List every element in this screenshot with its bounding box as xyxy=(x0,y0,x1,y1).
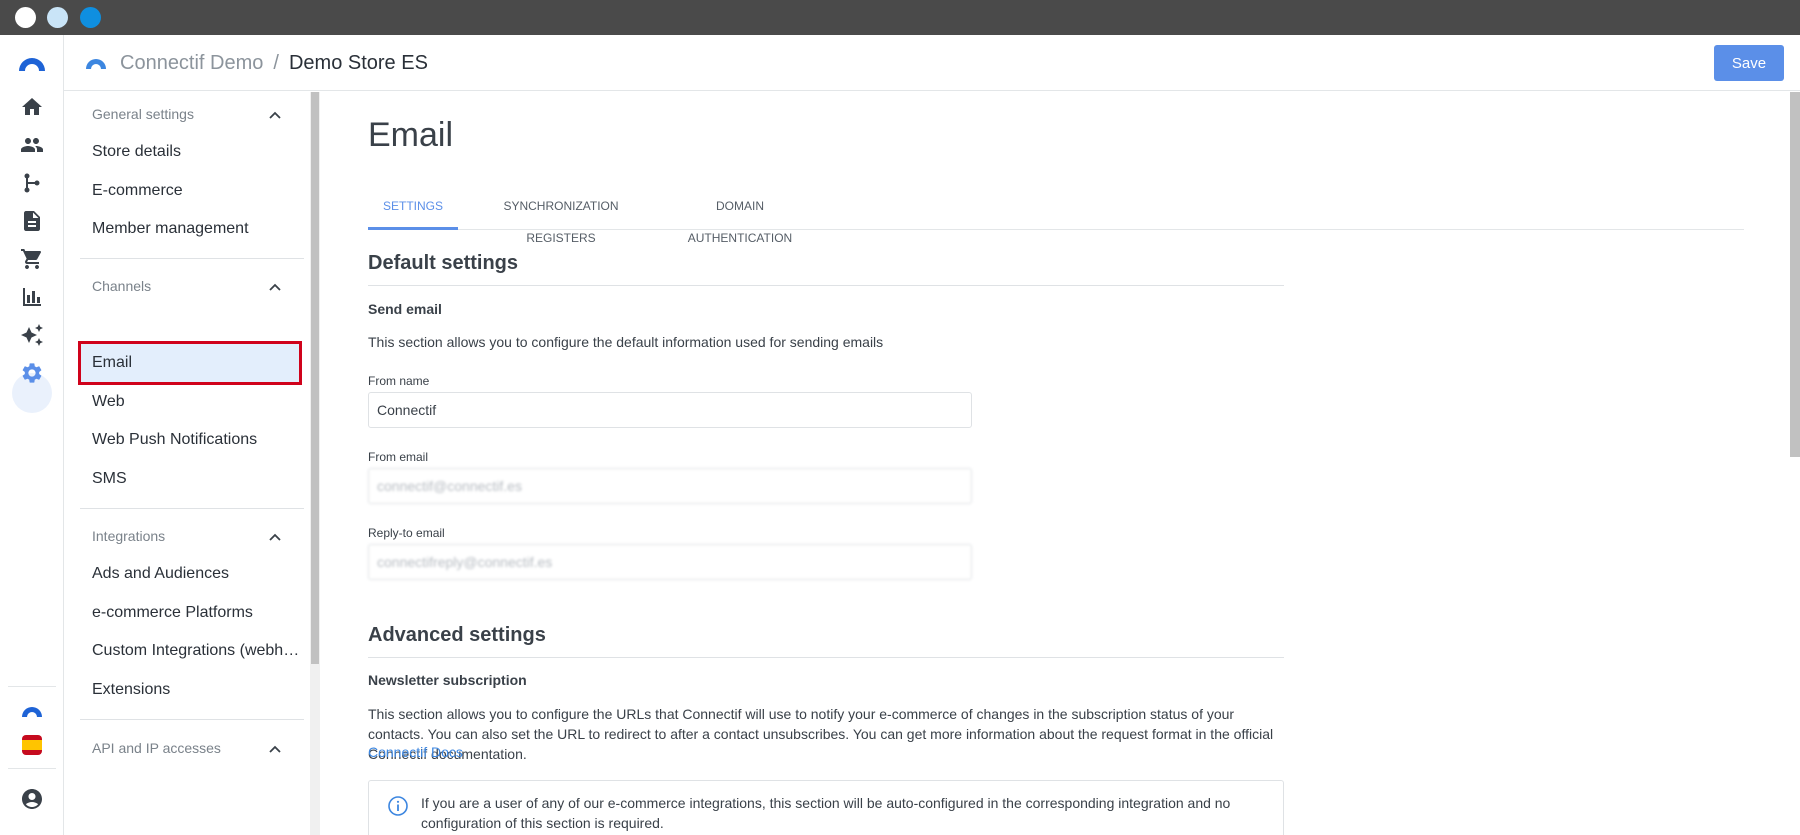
workflows-icon[interactable] xyxy=(20,171,44,195)
breadcrumb: Connectif Demo / Demo Store ES xyxy=(120,50,428,76)
from-email-input[interactable] xyxy=(368,468,972,504)
window-maximize-button[interactable] xyxy=(80,7,101,28)
home-icon[interactable] xyxy=(20,95,44,119)
breadcrumb-separator: / xyxy=(273,52,279,74)
connectif-account-icon[interactable] xyxy=(20,703,44,719)
sidebar-scrollbar-thumb[interactable] xyxy=(311,92,319,664)
sidebar-item-extensions[interactable]: Extensions xyxy=(92,681,302,699)
sidebar-item-web[interactable]: Web xyxy=(92,393,302,411)
save-button[interactable]: Save xyxy=(1714,45,1784,81)
main-scrollbar-thumb[interactable] xyxy=(1790,92,1800,457)
reports-icon[interactable] xyxy=(20,285,44,309)
settings-icon[interactable] xyxy=(20,361,44,385)
app-rail xyxy=(0,35,64,835)
contacts-icon[interactable] xyxy=(20,133,44,157)
section-integrations[interactable]: Integrations xyxy=(92,528,300,544)
chevron-up-icon[interactable] xyxy=(268,742,282,756)
top-header: Connectif Demo / Demo Store ES Save xyxy=(64,35,1800,91)
connectif-docs-link[interactable]: Connectif Docs xyxy=(368,744,463,760)
default-settings-heading: Default settings xyxy=(368,252,519,274)
sidebar-item-ads-audiences[interactable]: Ads and Audiences xyxy=(92,565,302,583)
section-title: API and IP accesses xyxy=(92,740,221,756)
user-account-icon[interactable] xyxy=(20,787,44,811)
reply-to-input[interactable] xyxy=(368,544,972,580)
from-name-input[interactable] xyxy=(368,392,972,428)
newsletter-description: This section allows you to configure the… xyxy=(368,706,1274,762)
send-email-description: This section allows you to configure the… xyxy=(368,334,884,350)
sidebar-item-web-push[interactable]: Web Push Notifications xyxy=(92,431,302,449)
connectif-logo-icon[interactable] xyxy=(17,53,47,73)
sidebar-divider xyxy=(80,508,304,509)
sidebar-item-custom-integrations[interactable]: Custom Integrations (webh… xyxy=(92,642,302,660)
from-name-label: From name xyxy=(368,374,430,388)
store-logo-icon xyxy=(86,59,106,69)
section-api-ip-access[interactable]: API and IP accesses xyxy=(92,740,300,756)
settings-sidebar: General settings Store details E-commerc… xyxy=(64,92,310,835)
page-title: Email xyxy=(368,116,454,154)
breadcrumb-org[interactable]: Connectif Demo xyxy=(120,52,263,74)
section-divider xyxy=(368,285,1284,286)
from-email-label: From email xyxy=(368,450,429,464)
sidebar-item-ecommerce-platforms[interactable]: e-commerce Platforms xyxy=(92,604,302,622)
info-text: If you are a user of any of our e-commer… xyxy=(421,795,1231,831)
chevron-up-icon[interactable] xyxy=(268,530,282,544)
rail-divider xyxy=(8,686,56,687)
window-close-button[interactable] xyxy=(15,7,36,28)
breadcrumb-store: Demo Store ES xyxy=(288,52,428,74)
sidebar-item-store-details[interactable]: Store details xyxy=(92,143,302,161)
window-titlebar xyxy=(0,0,1800,35)
sidebar-item-sms[interactable]: SMS xyxy=(92,470,302,488)
sidebar-item-email[interactable]: Email xyxy=(92,354,302,372)
section-title: Channels xyxy=(92,278,152,294)
sidebar-divider xyxy=(80,258,304,259)
tab-bar: SETTINGS SYNCHRONIZATION REGISTERS DOMAI… xyxy=(368,190,1744,245)
section-title: General settings xyxy=(92,106,194,122)
main-content: Email SETTINGS SYNCHRONIZATION REGISTERS… xyxy=(320,92,1790,835)
newsletter-subscription-heading: Newsletter subscription xyxy=(368,672,527,688)
cart-icon[interactable] xyxy=(20,247,44,271)
section-channels[interactable]: Channels xyxy=(92,278,300,294)
section-general-settings[interactable]: General settings xyxy=(92,106,300,122)
sidebar-divider xyxy=(80,719,304,720)
reply-to-label: Reply-to email xyxy=(368,526,445,540)
tab-domain-authentication[interactable]: DOMAIN AUTHENTICATION xyxy=(664,190,816,245)
info-callout: If you are a user of any of our e-commer… xyxy=(368,780,1284,835)
tab-synchronization-registers[interactable]: SYNCHRONIZATION REGISTERS xyxy=(468,190,654,245)
chevron-up-icon[interactable] xyxy=(268,108,282,122)
sidebar-item-member-management[interactable]: Member management xyxy=(92,220,302,238)
content-icon[interactable] xyxy=(20,209,44,233)
rail-divider-2 xyxy=(8,768,56,769)
chevron-up-icon[interactable] xyxy=(268,280,282,294)
window-minimize-button[interactable] xyxy=(47,7,68,28)
send-email-heading: Send email xyxy=(368,301,442,317)
sidebar-item-ecommerce[interactable]: E-commerce xyxy=(92,182,302,200)
tab-settings[interactable]: SETTINGS xyxy=(368,190,458,230)
advanced-settings-heading: Advanced settings xyxy=(368,624,546,646)
info-icon xyxy=(388,796,408,816)
spain-flag-icon[interactable] xyxy=(22,735,42,755)
section-divider xyxy=(368,657,1284,658)
section-title: Integrations xyxy=(92,528,166,544)
ai-sparkle-icon[interactable] xyxy=(20,323,44,347)
